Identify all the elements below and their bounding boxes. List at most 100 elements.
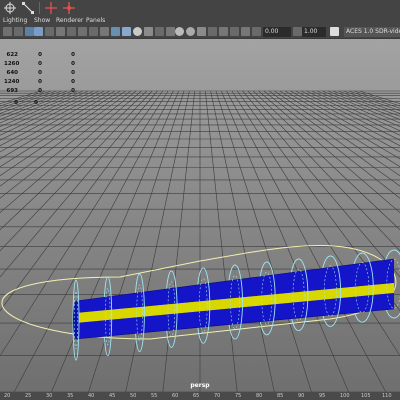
move-tool-icon[interactable] <box>3 1 17 15</box>
xray-icon[interactable] <box>230 27 239 36</box>
ruler-tick: 75 <box>235 393 242 399</box>
hud-cell: 0 <box>38 88 42 94</box>
gamma-field[interactable] <box>302 27 326 37</box>
frame-ruler: 20 25 30 35 40 45 50 55 60 65 70 75 80 85 90 95 100 105 11… <box>0 392 400 400</box>
ruler-tick: 40 <box>88 393 95 399</box>
hud-cell: 0 <box>71 88 75 94</box>
ruler-tick: 60 <box>172 393 179 399</box>
ruler-tick: 85 <box>277 393 284 399</box>
exposure-icon[interactable] <box>252 27 261 36</box>
color-space-dropdown[interactable]: ACES 1.0 SDR-video (sRGB) <box>344 27 400 37</box>
hud-cell: 640 <box>6 70 18 76</box>
menu-panels[interactable]: Panels <box>86 16 105 25</box>
grid-line <box>205 90 239 400</box>
ruler-tick: 35 <box>67 393 74 399</box>
toolbar-separator <box>39 2 40 14</box>
grid-line <box>0 90 105 147</box>
smooth-shade-icon[interactable] <box>122 27 131 36</box>
anti-aliasing-icon[interactable] <box>197 27 206 36</box>
wireframe-icon[interactable] <box>111 27 120 36</box>
snap-grid-icon[interactable] <box>44 1 58 15</box>
select-camera-icon[interactable] <box>3 27 12 36</box>
gate-mask-icon[interactable] <box>78 27 87 36</box>
hud-cell: 0 <box>34 100 38 106</box>
hud-cell: 0 <box>38 52 42 58</box>
grid-line <box>9 90 174 400</box>
viewport-persp[interactable]: 622 0 0 1260 0 0 640 0 0 1240 0 0 693 0 0 0 0 persp 20 25… <box>0 39 400 400</box>
menu-show[interactable]: Show <box>34 16 50 25</box>
grid-line <box>123 90 190 400</box>
grid-line <box>0 90 153 252</box>
hud-cell: 0 <box>71 79 75 85</box>
ruler-tick: 30 <box>46 393 53 399</box>
snap-curve-icon[interactable] <box>62 1 76 15</box>
scale-tool-icon[interactable] <box>21 1 35 15</box>
ruler-tick: 70 <box>214 393 221 399</box>
grid-line <box>0 90 142 214</box>
ruler-tick: 110 <box>382 393 392 399</box>
ground-grid <box>0 90 400 400</box>
ruler-tick: 55 <box>151 393 158 399</box>
menu-renderer[interactable]: Renderer <box>56 16 83 25</box>
xray-joints-icon[interactable] <box>241 27 250 36</box>
menu-lighting[interactable]: Lighting <box>3 16 27 25</box>
grid-line <box>0 90 137 199</box>
grid-line <box>210 90 277 400</box>
grid-line <box>0 90 62 114</box>
image-plane-icon[interactable] <box>34 27 43 36</box>
panel-toolbar: ACES 1.0 SDR-video (sRGB) <box>0 25 400 39</box>
camera-label: persp <box>190 382 210 389</box>
grid-line <box>279 90 400 168</box>
grid-line <box>0 90 132 187</box>
shadows-icon[interactable] <box>166 27 175 36</box>
color-management-icon[interactable] <box>330 27 339 36</box>
screen-space-ao-icon[interactable] <box>175 27 184 36</box>
grid-line <box>215 90 315 400</box>
grid-line <box>0 90 89 132</box>
hud-row: 00 <box>4 100 71 106</box>
grid-line <box>0 90 84 127</box>
isolate-select-icon[interactable] <box>219 27 228 36</box>
lighting-icon[interactable] <box>155 27 164 36</box>
grid-line <box>0 90 169 357</box>
grid-line <box>0 90 100 141</box>
hud-cell: 693 <box>6 88 18 94</box>
ruler-tick: 95 <box>319 393 326 399</box>
ruler-tick: 45 <box>109 393 116 399</box>
motion-blur-icon[interactable] <box>186 27 195 36</box>
hud-cell: 1240 <box>4 79 20 85</box>
grid-line <box>348 90 400 109</box>
ruler-tick: 100 <box>340 393 350 399</box>
exposure-field[interactable] <box>263 27 291 37</box>
hud-row: 640 0 0 <box>4 70 75 76</box>
ring-curve-front <box>393 249 400 319</box>
depth-of-field-icon[interactable] <box>208 27 217 36</box>
hud-cell: 0 <box>38 70 42 76</box>
hud-cell: 0 <box>71 70 75 76</box>
hud-row: 1260 0 0 <box>4 61 75 67</box>
grid-line <box>354 90 400 107</box>
grid-line <box>0 90 148 231</box>
safe-action-icon[interactable] <box>100 27 109 36</box>
field-chart-icon[interactable] <box>89 27 98 36</box>
camera-attributes-icon[interactable] <box>14 27 23 36</box>
grid-toggle-icon[interactable] <box>45 27 54 36</box>
ruler-tick: 65 <box>193 393 200 399</box>
ruler-tick: 90 <box>298 393 305 399</box>
bookmark-icon[interactable] <box>25 27 34 36</box>
hud-cell: 0 <box>71 52 75 58</box>
hud-cell: 1260 <box>4 61 20 67</box>
grid-line <box>85 90 185 400</box>
grid-line <box>343 90 400 112</box>
ruler-tick: 50 <box>130 393 137 399</box>
textured-icon[interactable] <box>144 27 153 36</box>
resolution-gate-icon[interactable] <box>67 27 76 36</box>
gamma-icon[interactable] <box>293 27 302 36</box>
film-gate-icon[interactable] <box>56 27 65 36</box>
ruler-tick: 25 <box>25 393 32 399</box>
grid-line <box>0 90 57 112</box>
default-material-icon[interactable] <box>133 27 142 36</box>
hud-cell: 0 <box>14 100 18 106</box>
ruler-tick: 80 <box>256 393 263 399</box>
hud-cell: 0 <box>38 79 42 85</box>
